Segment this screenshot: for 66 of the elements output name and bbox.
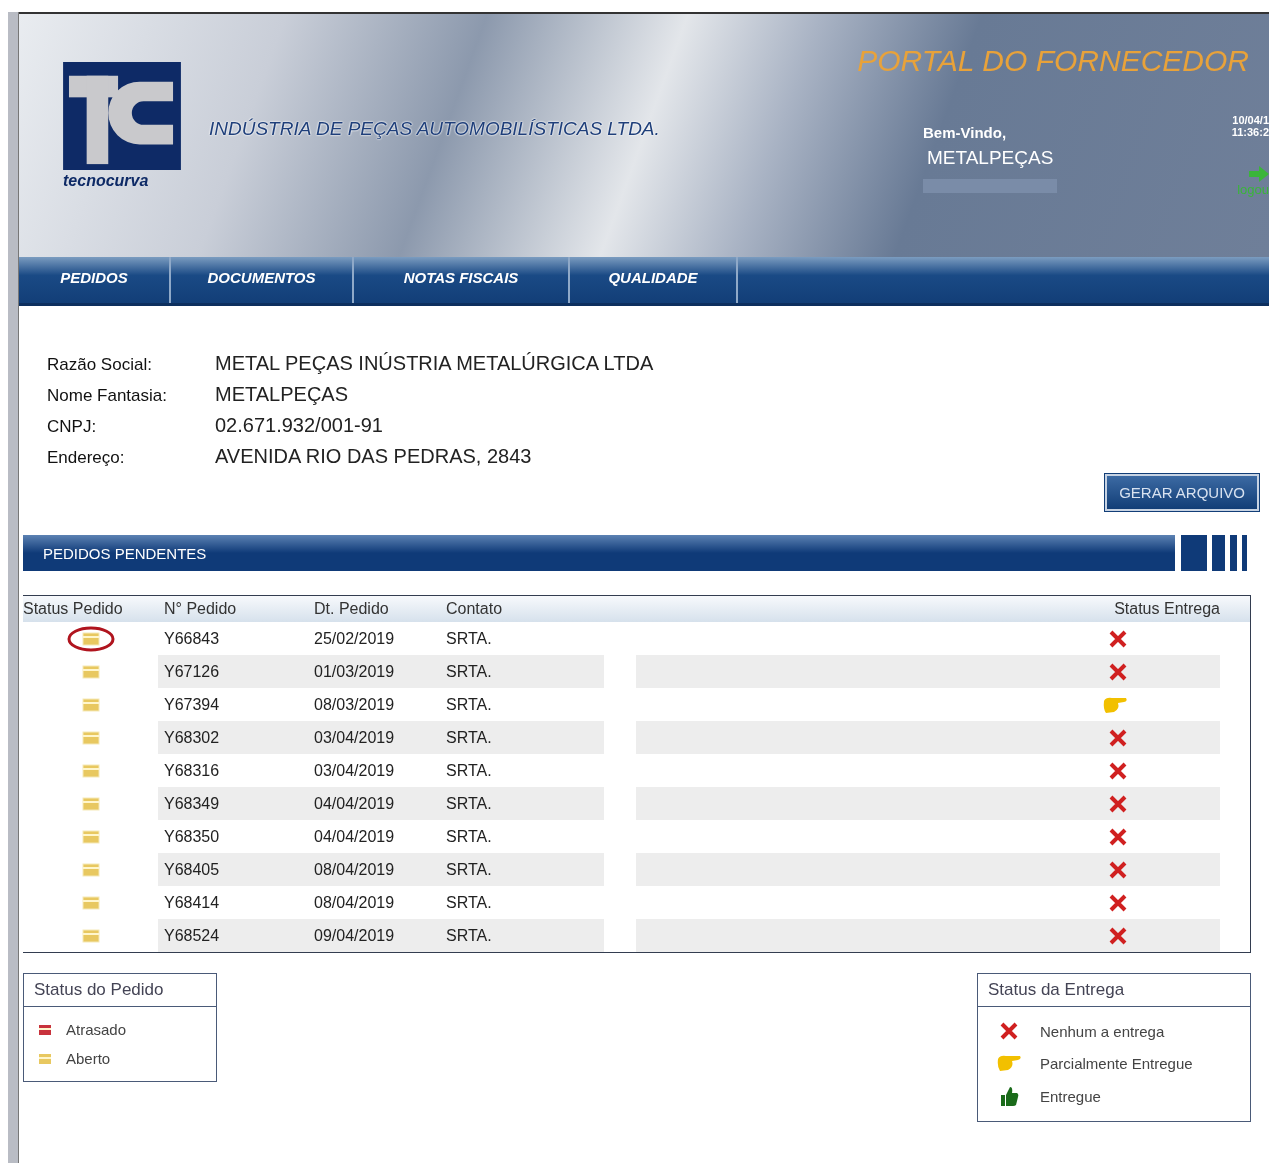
table-cell-text: Y68350 [163, 826, 221, 847]
stripes-decoration [1175, 535, 1247, 571]
date-text: 10/04/1 [1232, 114, 1269, 126]
table-cell: SRTA. [446, 721, 604, 754]
table-cell: 08/04/2019 [314, 853, 446, 886]
arrow-icon[interactable] [1249, 166, 1269, 182]
portal-title: PORTAL DO FORNECEDOR [857, 44, 1249, 78]
legend-label: Atrasado [66, 1021, 127, 1038]
time-text: 11:36:2 [1231, 126, 1269, 138]
nav-item[interactable]: PEDIDOS [19, 257, 171, 303]
legend-label: Nenhum a entrega [1040, 1022, 1165, 1040]
legend-label: Aberto [66, 1050, 111, 1067]
folder-icon[interactable] [66, 625, 115, 652]
field-label: CNPJ: [47, 417, 98, 437]
welcome-text: Bem-Vindo, [923, 124, 1008, 141]
nav-item[interactable]: DOCUMENTOS [171, 257, 354, 303]
column-header: N° Pedido [163, 600, 238, 618]
table-cell-text: SRTA. [446, 826, 493, 847]
legend-title: Status do Pedido [24, 974, 216, 1007]
export-button[interactable]: GERAR ARQUIVO [1105, 474, 1259, 511]
table-cell: SRTA. [446, 787, 604, 820]
column-header: Status Pedido [23, 600, 124, 618]
table-cell-text: Y68414 [163, 892, 221, 913]
field-label: Razão Social: [47, 355, 153, 375]
table-cell-text: Y68316 [163, 760, 221, 781]
table-cell: Y68349 [158, 787, 314, 820]
table-cell-text: 25/02/2019 [314, 628, 396, 649]
table-cell-text: Y66843 [163, 628, 221, 649]
table-cell: 01/03/2019 [314, 655, 446, 688]
table-cell-text: SRTA. [446, 694, 493, 715]
table-cell-text: 08/03/2019 [314, 694, 396, 715]
section-title: PEDIDOS PENDENTES [43, 544, 207, 562]
column-header: Status Entrega [1113, 600, 1221, 618]
table-cell: Y67126 [158, 655, 314, 688]
table-cell: SRTA. [446, 919, 604, 952]
company-name: INDÚSTRIA DE PEÇAS AUTOMOBILÍSTICAS LTDA. [209, 118, 660, 140]
legend-title: Status da Entrega [978, 974, 1250, 1007]
table-cell-text: 04/04/2019 [314, 826, 396, 847]
field-value: AVENIDA RIO DAS PEDRAS, 2843 [215, 445, 532, 468]
legend-label: Parcialmente Entregue [1040, 1054, 1193, 1072]
table-cell-text: SRTA. [446, 760, 493, 781]
column-header: Dt. Pedido [314, 600, 390, 618]
table-cell: Y68302 [158, 721, 314, 754]
table-cell: SRTA. [446, 853, 604, 886]
logo-icon [63, 62, 181, 170]
nav-item[interactable]: NOTAS FISCAIS [354, 257, 570, 303]
nav-item[interactable]: QUALIDADE [570, 257, 738, 303]
field-value: METALPEÇAS [215, 383, 348, 406]
column-header: Contato [446, 600, 504, 618]
field-label: Endereço: [47, 448, 126, 468]
logo-text: tecnocurva [63, 172, 150, 190]
table-cell-text: SRTA. [446, 892, 493, 913]
table-cell-text: Y67394 [163, 694, 221, 715]
legend-label: Entregue [1040, 1087, 1101, 1105]
table-cell: Y68524 [158, 919, 314, 952]
field-value: 02.671.932/001-91 [215, 414, 383, 437]
table-cell-text: SRTA. [446, 628, 493, 649]
table-cell: Y68405 [158, 853, 314, 886]
table-cell: 09/04/2019 [314, 919, 446, 952]
table-cell-text: 03/04/2019 [314, 760, 396, 781]
table-cell: 04/04/2019 [314, 787, 446, 820]
field-label: Nome Fantasia: [47, 386, 168, 406]
field-value: METAL PEÇAS INÚSTRIA METALÚRGICA LTDA [215, 352, 654, 375]
table-cell-text: 08/04/2019 [314, 892, 396, 913]
table-cell: 03/04/2019 [314, 721, 446, 754]
table-cell: SRTA. [446, 655, 604, 688]
